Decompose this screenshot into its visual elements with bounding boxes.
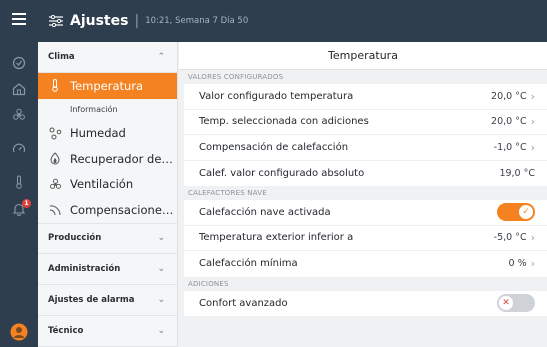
menu-item-recuperador[interactable]: Recuperador de calor	[38, 146, 177, 172]
menu-section-administracion[interactable]: Administración ⌄	[38, 253, 177, 285]
settings-group-valores: Valor configurado temperatura 20,0 °C › T…	[184, 84, 547, 186]
setting-row[interactable]: Temp. seleccionada con adiciones 20,0 °C…	[184, 110, 547, 135]
setting-label: Temp. seleccionada con adiciones	[199, 116, 369, 128]
menu-item-label: Ventilación	[70, 177, 134, 192]
group-label: VALORES CONFIGURADOS	[188, 73, 284, 81]
icon-rail: 1	[0, 0, 38, 347]
setting-row: Calefacción nave activada ✓	[184, 200, 547, 226]
menu-icon[interactable]	[0, 8, 38, 30]
group-label: ADICIONES	[188, 279, 229, 288]
setting-row[interactable]: Valor configurado temperatura 20,0 °C ›	[184, 84, 547, 110]
menu-item-humedad[interactable]: Humedad	[38, 121, 177, 147]
chevron-right-icon: ›	[530, 89, 535, 103]
compensation-icon	[48, 203, 62, 217]
setting-row: Calef. valor configurado absoluto 19,0 °…	[184, 161, 547, 187]
bell-icon[interactable]: 1	[0, 198, 38, 220]
group-label: CALEFACTORES NAVE	[188, 189, 267, 197]
setting-label: Confort avanzado	[199, 297, 288, 309]
setting-value: 20,0 °C	[491, 90, 527, 102]
setting-value: -5,0 °C	[493, 232, 527, 244]
check-icon: ✓	[519, 205, 533, 220]
header-separator: |	[134, 13, 140, 29]
chevron-down-icon: ⌄	[157, 233, 165, 243]
setting-value: 20,0 °C	[491, 116, 527, 128]
heating-toggle[interactable]: ✓	[497, 203, 535, 222]
setting-value: 19,0 °C	[499, 167, 535, 179]
top-header: Ajustes | 10:21, Semana 7 Día 50	[38, 0, 547, 42]
fan-icon[interactable]	[0, 104, 38, 126]
setting-value: -1,0 °C	[493, 141, 527, 153]
setting-label: Temperatura exterior inferior a	[199, 232, 354, 244]
page-title: Ajustes	[70, 13, 129, 29]
menu-item-label: Temperatura	[70, 78, 144, 93]
user-avatar[interactable]	[0, 321, 38, 343]
comfort-toggle[interactable]: ✕	[497, 294, 535, 313]
chevron-right-icon: ›	[530, 231, 535, 245]
thermometer-icon[interactable]	[0, 171, 38, 193]
menu-item-label: Recuperador de calor	[70, 151, 175, 166]
setting-label: Calef. valor configurado absoluto	[199, 167, 365, 179]
settings-menu: Clima ⌃ Temperatura Información Humedad …	[38, 42, 178, 347]
setting-value: 0 %	[508, 258, 527, 270]
gauge-icon[interactable]	[0, 138, 38, 160]
alarm-list-icon[interactable]	[0, 52, 38, 74]
menu-section-label: Técnico	[48, 325, 84, 336]
settings-group-calefactores: Calefacción nave activada ✓ Temperatura …	[184, 200, 547, 277]
chevron-right-icon: ›	[530, 257, 535, 271]
chevron-right-icon: ›	[530, 115, 535, 129]
menu-item-label: Compensaciones del...	[70, 202, 175, 217]
menu-section-label: Producción	[48, 233, 102, 243]
menu-item-ventilacion[interactable]: Ventilación	[38, 172, 177, 198]
setting-label: Calefacción mínima	[199, 258, 298, 270]
house-icon[interactable]	[0, 78, 38, 100]
notification-badge: 1	[22, 199, 31, 208]
menu-section-produccion[interactable]: Producción ⌄	[38, 222, 177, 254]
setting-row[interactable]: Calefacción mínima 0 % ›	[184, 251, 547, 277]
chevron-right-icon: ›	[530, 140, 535, 154]
main-panel: Temperatura VALORES CONFIGURADOS Valor c…	[179, 42, 547, 347]
chevron-up-icon: ⌃	[157, 52, 165, 62]
humidity-icon	[48, 126, 62, 140]
setting-label: Compensación de calefacción	[199, 141, 349, 153]
setting-row[interactable]: Compensación de calefacción -1,0 °C ›	[184, 135, 547, 161]
menu-item-label: Humedad	[70, 126, 126, 141]
menu-subitem-label: Información	[70, 105, 118, 114]
menu-section-label: Administración	[48, 263, 121, 274]
menu-item-temperatura[interactable]: Temperatura	[38, 73, 177, 99]
menu-subitem-informacion[interactable]: Información	[38, 99, 177, 121]
settings-sliders-icon	[45, 10, 67, 32]
setting-label: Valor configurado temperatura	[199, 90, 354, 102]
panel-title: Temperatura	[179, 42, 547, 70]
setting-row: Confort avanzado ✕	[184, 291, 547, 317]
chevron-down-icon: ⌄	[157, 263, 165, 274]
chevron-down-icon: ⌄	[157, 325, 165, 336]
menu-section-label: Clima	[48, 52, 75, 62]
header-timestamp: 10:21, Semana 7 Día 50	[145, 16, 249, 26]
menu-section-tecnico[interactable]: Técnico ⌄	[38, 315, 177, 347]
setting-row[interactable]: Temperatura exterior inferior a -5,0 °C ›	[184, 226, 547, 251]
menu-section-label: Ajustes de alarma	[48, 294, 135, 305]
heat-recovery-icon	[48, 152, 62, 166]
setting-label: Calefacción nave activada	[199, 206, 331, 218]
thermometer-icon	[48, 79, 62, 93]
fan-icon	[48, 177, 62, 191]
menu-section-clima[interactable]: Clima ⌃	[38, 42, 177, 73]
close-icon: ✕	[499, 296, 513, 311]
chevron-down-icon: ⌄	[157, 294, 165, 305]
menu-section-ajustes-alarma[interactable]: Ajustes de alarma ⌄	[38, 284, 177, 316]
menu-item-compensaciones[interactable]: Compensaciones del...	[38, 197, 177, 223]
settings-group-adiciones: Confort avanzado ✕	[184, 290, 547, 317]
